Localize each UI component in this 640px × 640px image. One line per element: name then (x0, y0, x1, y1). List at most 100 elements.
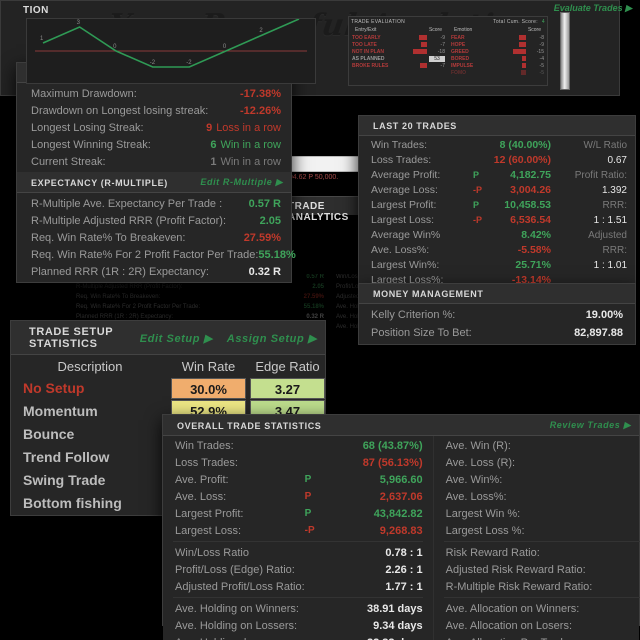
trade-evaluation-table-header: TRADE EVALUATION Total Cum. Score: 4 (349, 17, 547, 26)
entry-exit-row[interactable]: AS PLANNED 53 (351, 55, 446, 62)
setup-win-rate-cell: 30.0% (171, 378, 246, 399)
overall-row-value: 1 : 3.10 (592, 546, 640, 560)
emotion-row[interactable]: HOPE -9 (450, 41, 545, 48)
overall-row: Ave. Allocation on Losers: 29.06% (434, 617, 640, 634)
overall-row-marker: P (304, 473, 312, 485)
last-20-row-label: Largest Win%: (371, 259, 440, 271)
expectancy-rows: R-Multiple Ave. Expectancy Per Trade : 0.… (17, 193, 296, 282)
drawdown-row: Maximum Drawdown: -17.38% (17, 85, 291, 102)
drawdown-row-value: 1 Win in a row (210, 155, 281, 169)
last-20-row-value: 3,004.26 (510, 184, 551, 196)
emotion-row[interactable]: FOMO -5 (450, 69, 545, 76)
evaluation-row-bar (519, 35, 526, 40)
expectancy-row-value: 27.59% (243, 231, 281, 244)
overall-row-value: 1 : 2.43 (592, 563, 640, 577)
overall-trade-statistics-panel: OVERALL TRADE STATISTICS Review Trades ▶… (162, 414, 640, 640)
setup-row-name[interactable]: Bounce (11, 423, 169, 446)
last-20-trades-header-label: LAST 20 TRADES (373, 121, 457, 131)
score-point-label: 3 (77, 20, 81, 26)
money-row-value: 82,897.88 (574, 327, 623, 339)
emotion-row[interactable]: GREED -15 (450, 48, 545, 55)
setup-row-name[interactable]: Swing Trade (11, 469, 169, 492)
setup-name-list: No Setup Momentum Bounce Trend Follow Swing … (11, 377, 169, 515)
evaluation-row-score: -15 (536, 48, 544, 55)
score-line (42, 18, 300, 68)
last-20-row-value: 6,536.54 (510, 214, 551, 226)
last-20-row-value: 8 (40.00%) (499, 139, 551, 151)
drawdown-row: Longest Winning Streak: 6 Win in a row (17, 136, 291, 153)
last-20-row-aux: 1 : 1.01 (593, 260, 627, 271)
emotion-rows: FEAR -8 HOPE -9 GREED -15 BORED -4 IMPULSE -5 FOMO… (450, 34, 545, 76)
overall-row-value: 260.82% (592, 507, 640, 521)
overall-row-value: 2.55 R (592, 439, 640, 453)
evaluation-row-bar (513, 49, 526, 54)
streak-count: 6 (210, 138, 217, 151)
money-row: Kelly Criterion %: 19.00% (359, 306, 635, 324)
emotion-row[interactable]: IMPULSE -5 (450, 62, 545, 69)
last-20-trades-header: LAST 20 TRADES (359, 116, 635, 136)
edit-setup-link[interactable]: Edit Setup ▶ (140, 332, 213, 345)
overall-row-value: 0.97 R (592, 456, 640, 470)
expectancy-row-label: R-Multiple Adjusted RRR (Profit Factor): (31, 214, 226, 227)
overall-row-label: Ave. Allocation on Losers: (445, 619, 573, 632)
entry-exit-row[interactable]: BROKE RULES -7 (351, 62, 446, 69)
drawdown-row-value: -12.26% (240, 104, 281, 117)
overall-row-value: -15.44% (592, 524, 640, 538)
entry-exit-row[interactable]: TOO EARLY -9 (351, 34, 446, 41)
overall-header: OVERALL TRADE STATISTICS Review Trades ▶ (163, 415, 639, 436)
overall-row-label: Profit/Loss (Edge) Ratio: (175, 563, 295, 576)
score-point-label: 0 (223, 44, 227, 50)
drawdown-row-label: Drawdown on Longest losing streak: (31, 104, 209, 117)
emotion-row[interactable]: FEAR -8 (450, 34, 545, 41)
emotion-row[interactable]: BORED -4 (450, 55, 545, 62)
expectancy-header-label: EXPECTANCY (R-MULTIPLE) (31, 177, 168, 188)
overall-row-label: Ave. Allocation Per Trade: (446, 636, 593, 640)
score-point-labels: 130-2-2024 (40, 12, 300, 66)
evaluation-row-score: -8 (539, 34, 544, 41)
overall-row-value: 29.06% (592, 619, 640, 633)
overall-row-label: Ave. Loss: (175, 490, 227, 503)
setup-row-name[interactable]: Bottom fishing (11, 492, 169, 515)
evaluation-table-title: TRADE EVALUATION (351, 19, 406, 25)
overall-row-value: 2.26 : 1 (385, 563, 423, 576)
overall-row: Largest Loss %: -15.44% (434, 522, 640, 539)
evaluation-row-score: -9 (539, 41, 544, 48)
last-20-row-label: Average Win% (371, 229, 441, 241)
overall-row: Ave. Allocation Per Trade:27.37% (434, 634, 640, 640)
overall-row-marker: P (304, 507, 312, 519)
evaluation-row-name: NOT IN PLAN (352, 48, 384, 55)
drawdown-row-value: 9 Loss in a row (206, 121, 281, 135)
last-20-row-label: Ave. Loss%: (371, 244, 430, 256)
expectancy-row-value: 0.57 R (248, 197, 281, 210)
background-ghost-label: Req. Win Rate% To Breakeven: (76, 294, 161, 300)
overall-row-label: Ave. Holding on Winners: (175, 602, 299, 615)
money-management-panel: MONEY MANAGEMENT Kelly Criterion %: 19.00… (358, 283, 636, 345)
last-20-row-aux: Adjusted (588, 230, 627, 241)
vertical-scrollbar[interactable] (560, 12, 570, 90)
evaluation-row-bar (519, 42, 526, 47)
evaluation-row-name: IMPULSE (451, 62, 474, 69)
overall-row-value: 68 (43.87%) (362, 439, 423, 452)
streak-text: Win in a row (220, 155, 281, 168)
assign-setup-link[interactable]: Assign Setup ▶ (227, 332, 317, 345)
overall-row-value: -5.19% (592, 490, 640, 504)
entry-exit-row[interactable]: TOO LATE -7 (351, 41, 446, 48)
background-ghost-row: R-Multiple Adjusted RRR (Profit Factor):… (70, 282, 330, 292)
evaluation-row-bar (522, 56, 526, 61)
setup-row-name[interactable]: Trend Follow (11, 446, 169, 469)
edit-r-multiple-link[interactable]: Edit R-Multiple ▶ (200, 177, 283, 188)
expectancy-row-value: 55.18% (258, 248, 296, 261)
last-20-row-value: 12 (60.00%) (493, 154, 551, 166)
last-20-row: Largest Profit: P 10,458.53 RRR: (359, 198, 635, 213)
evaluation-row-bar (419, 35, 427, 40)
setup-row-name[interactable]: No Setup (11, 377, 169, 400)
review-trades-link[interactable]: Review Trades ▶ (550, 420, 631, 431)
expectancy-row-label: Req. Win Rate% For 2 Profit Factor Per T… (31, 248, 259, 261)
expectancy-row: Req. Win Rate% For 2 Profit Factor Per T… (17, 246, 296, 263)
overall-row-label: Largest Win %: (445, 507, 521, 520)
evaluation-row-score: -4 (539, 55, 544, 62)
entry-exit-row[interactable]: NOT IN PLAN -18 (351, 48, 446, 55)
setup-row-name[interactable]: Momentum (11, 400, 169, 423)
evaluation-row-name: BORED (451, 55, 470, 62)
money-management-header-label: MONEY MANAGEMENT (373, 289, 484, 299)
